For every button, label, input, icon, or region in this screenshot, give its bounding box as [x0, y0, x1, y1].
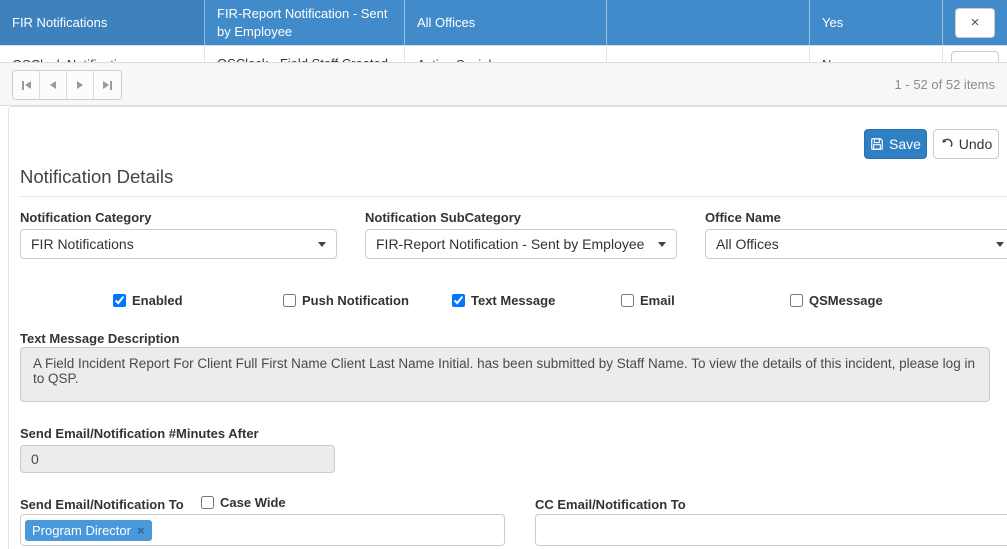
push-notification-checkbox-group: Push Notification — [283, 293, 409, 308]
send-to-multiselect[interactable]: Program Director × — [20, 514, 505, 546]
first-page-button[interactable] — [13, 71, 40, 99]
case-wide-checkbox[interactable] — [201, 496, 214, 509]
first-page-icon — [21, 80, 24, 90]
grid-pager: 1 - 52 of 52 items — [0, 62, 1007, 106]
subcategory-label: Notification SubCategory — [365, 210, 522, 225]
text-message-checkbox-label: Text Message — [471, 293, 556, 308]
enabled-checkbox[interactable] — [113, 294, 126, 307]
enabled-checkbox-group: Enabled — [113, 293, 183, 308]
next-page-icon — [77, 81, 83, 89]
next-page-button[interactable] — [67, 71, 94, 99]
notifications-grid: FIR Notifications FIR-Report Notificatio… — [0, 0, 1007, 62]
subcategory-dropdown[interactable]: FIR-Report Notification - Sent by Employ… — [365, 229, 677, 259]
pager-info-text: 1 - 52 of 52 items — [894, 77, 995, 92]
undo-icon — [942, 138, 953, 148]
grid-cell-category[interactable]: FIR Notifications — [0, 0, 205, 45]
case-wide-checkbox-group: Case Wide — [201, 495, 286, 510]
qsmessage-checkbox[interactable] — [790, 294, 803, 307]
last-page-button[interactable] — [94, 71, 121, 99]
grid-row[interactable]: QSClock Notifications QSClock - Field St… — [0, 45, 1007, 62]
close-icon: × — [970, 13, 980, 31]
cc-to-label: CC Email/Notification To — [535, 497, 686, 512]
chevron-down-icon — [996, 242, 1004, 247]
text-message-description-textarea[interactable]: A Field Incident Report For Client Full … — [20, 347, 990, 402]
email-checkbox[interactable] — [621, 294, 634, 307]
grid-cell-office[interactable]: Active Social — [405, 46, 607, 62]
grid-cell-blank[interactable] — [607, 46, 810, 62]
grid-cell-actions — [943, 46, 1007, 62]
grid-cell-enabled[interactable]: Yes — [810, 0, 943, 45]
recipient-tag: Program Director × — [25, 519, 152, 541]
office-dropdown[interactable]: All Offices — [705, 229, 1007, 259]
grid-cell-subcategory[interactable]: FIR-Report Notification - Sent by Employ… — [205, 0, 405, 45]
notification-settings-page: FIR Notifications FIR-Report Notificatio… — [0, 0, 1007, 549]
undo-button[interactable]: Undo — [933, 129, 999, 159]
text-message-description-label: Text Message Description — [20, 331, 180, 346]
title-divider — [20, 196, 1007, 197]
undo-button-label: Undo — [958, 136, 993, 152]
text-message-checkbox-group: Text Message — [452, 293, 555, 308]
grid-cell-enabled[interactable]: No — [810, 46, 943, 62]
minutes-after-input[interactable] — [20, 445, 335, 473]
push-notification-checkbox-label: Push Notification — [302, 293, 409, 308]
grid-cell-subcategory[interactable]: QSClock - Field Staff Created — [205, 46, 405, 62]
case-wide-checkbox-label: Case Wide — [220, 495, 286, 510]
cc-to-input[interactable] — [535, 514, 1007, 546]
chevron-down-icon — [658, 242, 666, 247]
category-dropdown-value: FIR Notifications — [31, 236, 134, 252]
grid-cell-category[interactable]: QSClock Notifications — [0, 46, 205, 62]
office-dropdown-value: All Offices — [716, 236, 779, 252]
qsmessage-checkbox-group: QSMessage — [790, 293, 883, 308]
office-label: Office Name — [705, 210, 781, 225]
email-checkbox-label: Email — [640, 293, 675, 308]
category-label: Notification Category — [20, 210, 152, 225]
last-page-icon — [103, 81, 109, 89]
chevron-down-icon — [318, 242, 326, 247]
subcategory-dropdown-value: FIR-Report Notification - Sent by Employ… — [376, 236, 645, 252]
save-icon — [871, 138, 883, 150]
minutes-after-label: Send Email/Notification #Minutes After — [20, 426, 259, 441]
grid-cell-office[interactable]: All Offices — [405, 0, 607, 45]
qsmessage-checkbox-label: QSMessage — [809, 293, 883, 308]
save-button-label: Save — [889, 136, 921, 152]
grid-row-selected[interactable]: FIR Notifications FIR-Report Notificatio… — [0, 0, 1007, 45]
email-checkbox-group: Email — [621, 293, 675, 308]
grid-cell-blank[interactable] — [607, 0, 810, 45]
previous-page-button[interactable] — [40, 71, 67, 99]
push-notification-checkbox[interactable] — [283, 294, 296, 307]
delete-row-button[interactable] — [951, 51, 999, 62]
enabled-checkbox-label: Enabled — [132, 293, 183, 308]
category-dropdown[interactable]: FIR Notifications — [20, 229, 337, 259]
send-to-label: Send Email/Notification To — [20, 497, 184, 512]
page-title: Notification Details — [20, 166, 174, 187]
pager-nav-group — [12, 70, 122, 100]
recipient-tag-label: Program Director — [32, 522, 131, 538]
previous-page-icon — [50, 81, 56, 89]
grid-cell-actions: × — [943, 0, 1007, 45]
delete-row-button[interactable]: × — [955, 7, 995, 38]
text-message-checkbox[interactable] — [452, 294, 465, 307]
save-button[interactable]: Save — [864, 129, 927, 159]
remove-tag-icon[interactable]: × — [137, 523, 145, 538]
